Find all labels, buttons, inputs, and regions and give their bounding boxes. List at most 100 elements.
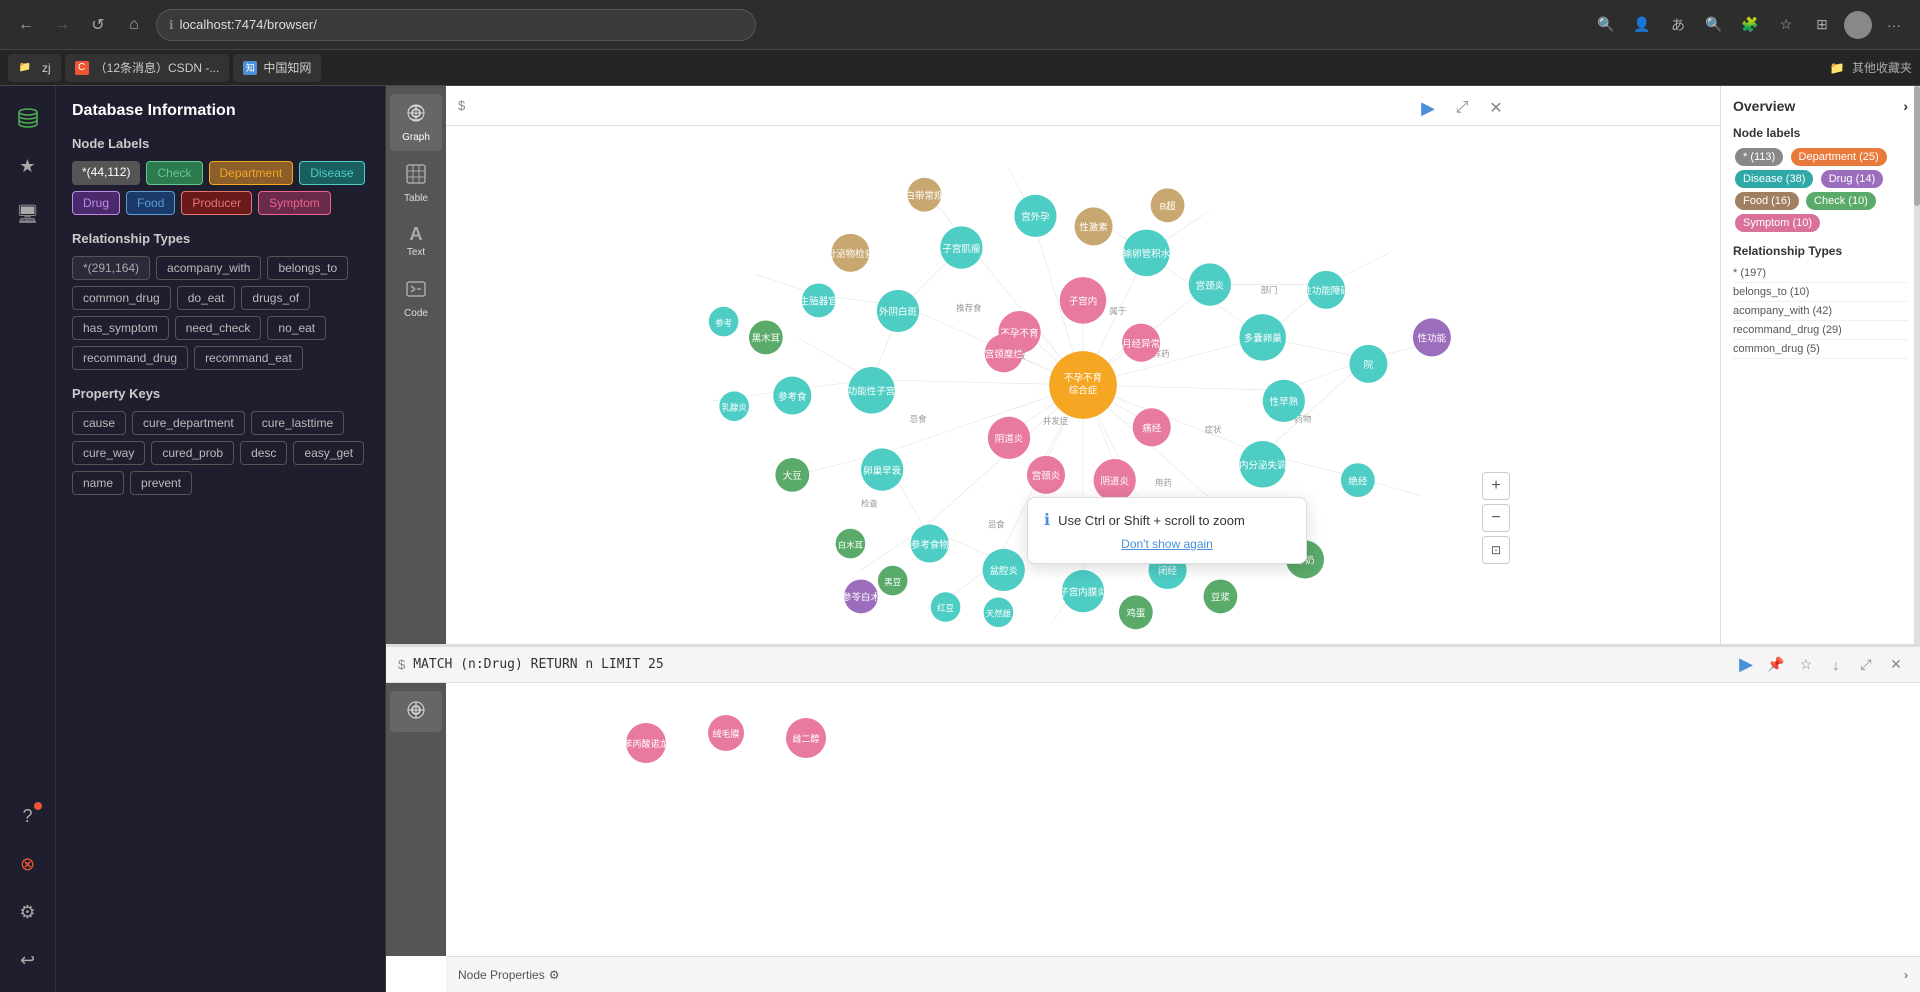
close-query-btn[interactable]: ✕	[1482, 94, 1510, 122]
profile-avatar[interactable]	[1844, 11, 1872, 39]
scrollbar-thumb[interactable]	[1914, 86, 1920, 206]
translate-icon-btn[interactable]: あ	[1664, 11, 1692, 39]
ov-tag-check[interactable]: Check (10)	[1806, 192, 1876, 210]
more-button[interactable]: ···	[1880, 11, 1908, 39]
graph-canvas[interactable]: 属于 推荐药 并发症 检查 忌食 推荐食 用药 症状 部门 药物 忌食 检查	[446, 126, 1720, 644]
forward-button[interactable]: →	[48, 11, 76, 39]
overview-title-bar: Overview ›	[1733, 98, 1908, 114]
collections-icon-btn[interactable]: ⊞	[1808, 11, 1836, 39]
tag-drug[interactable]: Drug	[72, 191, 120, 215]
extensions-icon-btn[interactable]: 🧩	[1736, 11, 1764, 39]
rel-tag-recommand-eat[interactable]: recommand_eat	[194, 346, 303, 370]
prop-easy-get[interactable]: easy_get	[293, 441, 364, 465]
bottom-graph-tool-btn[interactable]	[390, 691, 442, 732]
tab-zj[interactable]: 📁 zj	[8, 54, 61, 82]
svg-text:检查: 检查	[861, 499, 878, 509]
rel-tag-recommand-drug[interactable]: recommand_drug	[72, 346, 188, 370]
code-tool-btn[interactable]: Code	[390, 270, 442, 327]
bottom-close-btn[interactable]: ✕	[1884, 653, 1908, 677]
error-icon-btn[interactable]: ⊗	[8, 844, 48, 884]
tag-food[interactable]: Food	[126, 191, 175, 215]
tag-disease[interactable]: Disease	[299, 161, 364, 185]
node-props-chevron[interactable]: ›	[1904, 968, 1908, 982]
top-query-bar: $	[446, 86, 1720, 126]
tag-all[interactable]: *(44,112)	[72, 161, 140, 185]
ov-tag-department[interactable]: Department (25)	[1791, 148, 1887, 166]
rel-tag-acompany[interactable]: acompany_with	[156, 256, 261, 280]
rel-tag-belongs[interactable]: belongs_to	[267, 256, 348, 280]
favorites-icon-btn[interactable]: ☆	[1772, 11, 1800, 39]
tab-zhidao[interactable]: 知 中国知网	[233, 54, 321, 82]
prop-cure-last[interactable]: cure_lasttime	[251, 411, 344, 435]
search-icon-btn[interactable]: 🔍	[1592, 11, 1620, 39]
ov-tag-symptom[interactable]: Symptom (10)	[1735, 214, 1820, 232]
ov-tag-food[interactable]: Food (16)	[1735, 192, 1799, 210]
svg-text:部门: 部门	[1261, 285, 1278, 295]
star-icon-btn[interactable]: ★	[8, 146, 48, 186]
text-tool-btn[interactable]: A Text	[390, 216, 442, 266]
zoom-out-btn[interactable]: −	[1482, 504, 1510, 532]
bottom-download-btn[interactable]: ↓	[1824, 653, 1848, 677]
rel-tag-drugs-of[interactable]: drugs_of	[241, 286, 310, 310]
node-properties-bar: Node Properties ⚙ ›	[446, 956, 1920, 992]
ov-tag-all[interactable]: * (113)	[1735, 148, 1783, 166]
ov-rel-all[interactable]: * (197)	[1733, 264, 1908, 283]
ov-rel-recommand[interactable]: recommand_drug (29)	[1733, 321, 1908, 340]
ov-rel-common[interactable]: common_drug (5)	[1733, 340, 1908, 359]
prop-cause[interactable]: cause	[72, 411, 126, 435]
overview-chevron[interactable]: ›	[1903, 98, 1908, 114]
url-bar[interactable]: ℹ localhost:7474/browser/	[156, 9, 756, 41]
monitor-icon-btn[interactable]: 🖥	[8, 194, 48, 234]
back-nav-icon-btn[interactable]: ↩	[8, 940, 48, 980]
ov-rel-belongs[interactable]: belongs_to (10)	[1733, 283, 1908, 302]
dont-show-link[interactable]: Don't show again	[1121, 537, 1213, 551]
run-query-btn[interactable]: ▶	[1414, 94, 1442, 122]
folder-icon: 📁	[18, 61, 32, 75]
tab-csdn[interactable]: C （12条消息）CSDN -...	[65, 54, 230, 82]
tag-check[interactable]: Check	[146, 161, 202, 185]
bottom-star-btn[interactable]: ☆	[1794, 653, 1818, 677]
tag-symptom[interactable]: Symptom	[258, 191, 331, 215]
rel-tag-has-symptom[interactable]: has_symptom	[72, 316, 169, 340]
rel-tag-need-check[interactable]: need_check	[175, 316, 262, 340]
ov-tag-disease[interactable]: Disease (38)	[1735, 170, 1813, 188]
fullscreen-btn[interactable]: ⤢	[1448, 94, 1476, 122]
zoom-icon-btn[interactable]: 🔍	[1700, 11, 1728, 39]
zhidao-favicon: 知	[243, 61, 257, 75]
bottom-expand-btn[interactable]: ⤢	[1854, 653, 1878, 677]
overview-scrollbar[interactable]	[1914, 86, 1920, 644]
help-icon-btn[interactable]: ?	[8, 796, 48, 836]
tag-department[interactable]: Department	[209, 161, 294, 185]
prop-cure-dept[interactable]: cure_department	[132, 411, 245, 435]
zoom-in-btn[interactable]: +	[1482, 472, 1510, 500]
rel-tag-no-eat[interactable]: no_eat	[267, 316, 326, 340]
tab-label-csdn: （12条消息）CSDN -...	[95, 59, 220, 76]
back-button[interactable]: ←	[12, 11, 40, 39]
bookmarks-right[interactable]: 📁 其他收藏夹	[1830, 59, 1912, 76]
node-props-gear[interactable]: ⚙	[549, 968, 560, 982]
bottom-pin-btn[interactable]: 📌	[1764, 653, 1788, 677]
rel-tag-do-eat[interactable]: do_eat	[177, 286, 236, 310]
home-button[interactable]: ⌂	[120, 11, 148, 39]
prop-desc[interactable]: desc	[240, 441, 287, 465]
rel-tag-all[interactable]: *(291,164)	[72, 256, 150, 280]
user-icon-btn[interactable]: 👤	[1628, 11, 1656, 39]
prop-cured-prob[interactable]: cured_prob	[151, 441, 234, 465]
bottom-run-btn[interactable]: ▶	[1734, 653, 1758, 677]
graph-tool-btn[interactable]: Graph	[390, 94, 442, 151]
prop-name[interactable]: name	[72, 471, 124, 495]
prop-prevent[interactable]: prevent	[130, 471, 192, 495]
ov-tag-drug[interactable]: Drug (14)	[1821, 170, 1883, 188]
svg-text:推荐食: 推荐食	[956, 303, 982, 313]
db-panel: Database Information Node Labels *(44,11…	[56, 86, 386, 992]
table-tool-btn[interactable]: Table	[390, 155, 442, 212]
settings-icon-btn[interactable]: ⚙	[8, 892, 48, 932]
reload-button[interactable]: ↺	[84, 11, 112, 39]
db-icon-btn[interactable]	[8, 98, 48, 138]
tag-producer[interactable]: Producer	[181, 191, 252, 215]
ov-rel-acompany[interactable]: acompany_with (42)	[1733, 302, 1908, 321]
prop-cure-way[interactable]: cure_way	[72, 441, 145, 465]
bottom-graph-canvas[interactable]: 苯丙酸诺龙 绒毛膜 雌二醇	[446, 683, 1920, 956]
rel-tag-common[interactable]: common_drug	[72, 286, 171, 310]
fit-graph-btn[interactable]: ⊡	[1482, 536, 1510, 564]
